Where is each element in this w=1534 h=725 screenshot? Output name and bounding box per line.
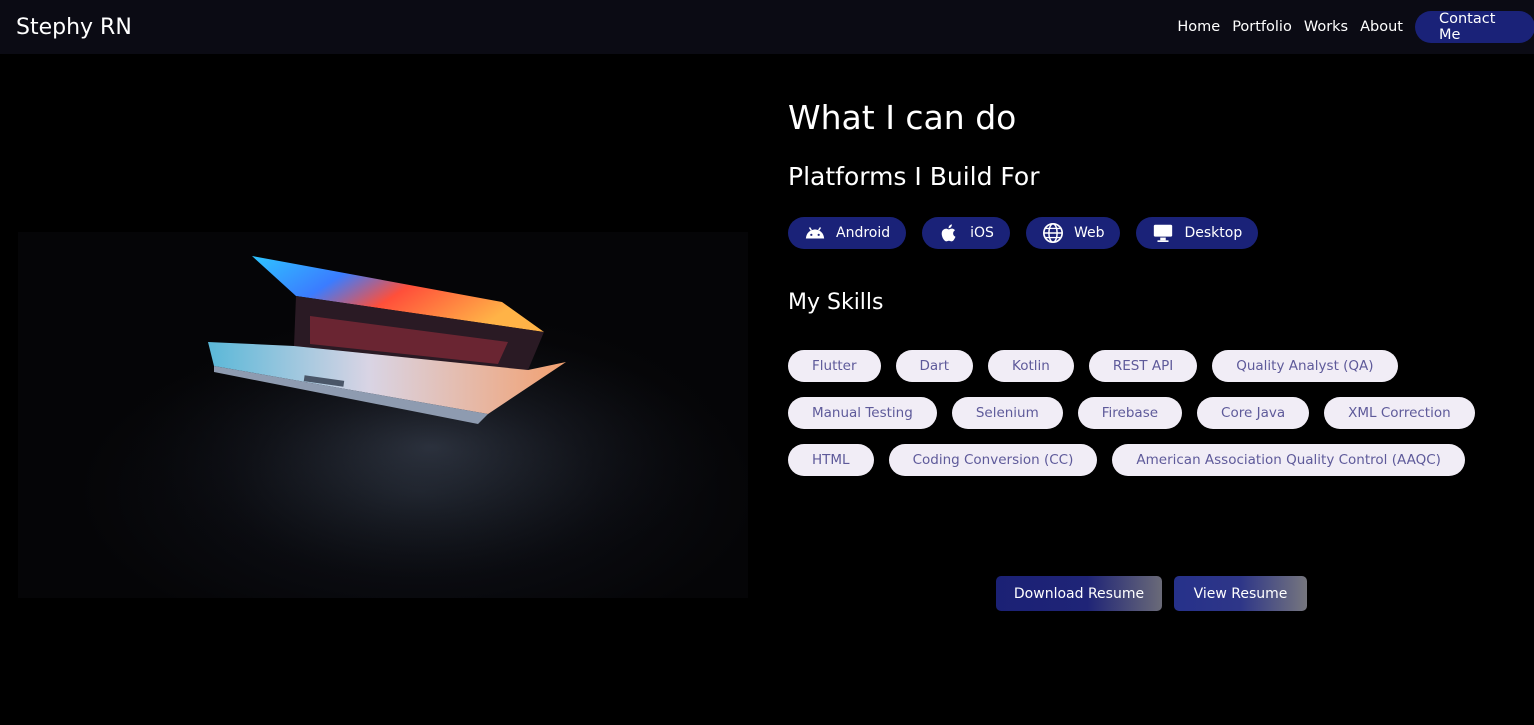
skill-chip: Kotlin	[988, 350, 1074, 382]
apple-icon	[941, 224, 956, 242]
laptop-in-dark-image	[18, 232, 748, 598]
skill-chip: Selenium	[951, 397, 1063, 429]
section-title: What I can do	[788, 98, 1017, 137]
platform-label: iOS	[970, 225, 994, 241]
android-icon	[805, 227, 825, 239]
nav-link-about[interactable]: About	[1360, 19, 1403, 35]
skills-row: Flutter Dart Kotlin REST API Quality Ana…	[788, 350, 1398, 382]
skill-chip: Firebase	[1077, 397, 1183, 429]
skill-chip: Manual Testing	[788, 397, 937, 429]
skill-chip: Quality Analyst (QA)	[1212, 350, 1398, 382]
skill-chip: American Association Quality Control (AA…	[1112, 444, 1465, 476]
platform-chip-ios: iOS	[922, 217, 1010, 249]
nav-link-works[interactable]: Works	[1304, 19, 1348, 35]
nav-link-home[interactable]: Home	[1177, 19, 1220, 35]
skill-chip: HTML	[788, 444, 874, 476]
view-resume-button[interactable]: View Resume	[1174, 576, 1307, 611]
platform-label: Android	[836, 225, 891, 241]
skill-chip: XML Correction	[1324, 397, 1475, 429]
platform-label: Web	[1073, 225, 1105, 241]
skill-chip: Core Java	[1197, 397, 1310, 429]
skills-row: HTML Coding Conversion (CC) American Ass…	[788, 444, 1465, 476]
navbar: Stephy RN Home Portfolio Works About Con…	[0, 0, 1534, 54]
platform-chip-android: Android	[788, 217, 907, 249]
laptop-illustration	[68, 256, 728, 582]
platform-label: Desktop	[1184, 225, 1243, 241]
skills-row: Manual Testing Selenium Firebase Core Ja…	[788, 397, 1475, 429]
platforms-heading: Platforms I Build For	[788, 162, 1040, 191]
contact-me-button[interactable]: Contact Me	[1415, 11, 1534, 43]
platform-list: Android iOS Web Desktop	[788, 217, 1259, 249]
skill-chip: Dart	[895, 350, 974, 382]
skills-heading: My Skills	[788, 290, 884, 315]
skill-chip: REST API	[1088, 350, 1198, 382]
nav-link-portfolio[interactable]: Portfolio	[1232, 19, 1292, 35]
skill-chip: Coding Conversion (CC)	[888, 444, 1098, 476]
skill-chip: Flutter	[788, 350, 881, 382]
platform-chip-desktop: Desktop	[1136, 217, 1259, 249]
brand-title[interactable]: Stephy RN	[16, 15, 132, 40]
nav-links: Home Portfolio Works About Contact Me	[1177, 11, 1534, 43]
monitor-icon	[1154, 224, 1173, 242]
platform-chip-web: Web	[1025, 217, 1121, 249]
globe-icon	[1042, 223, 1063, 243]
download-resume-button[interactable]: Download Resume	[996, 576, 1162, 611]
